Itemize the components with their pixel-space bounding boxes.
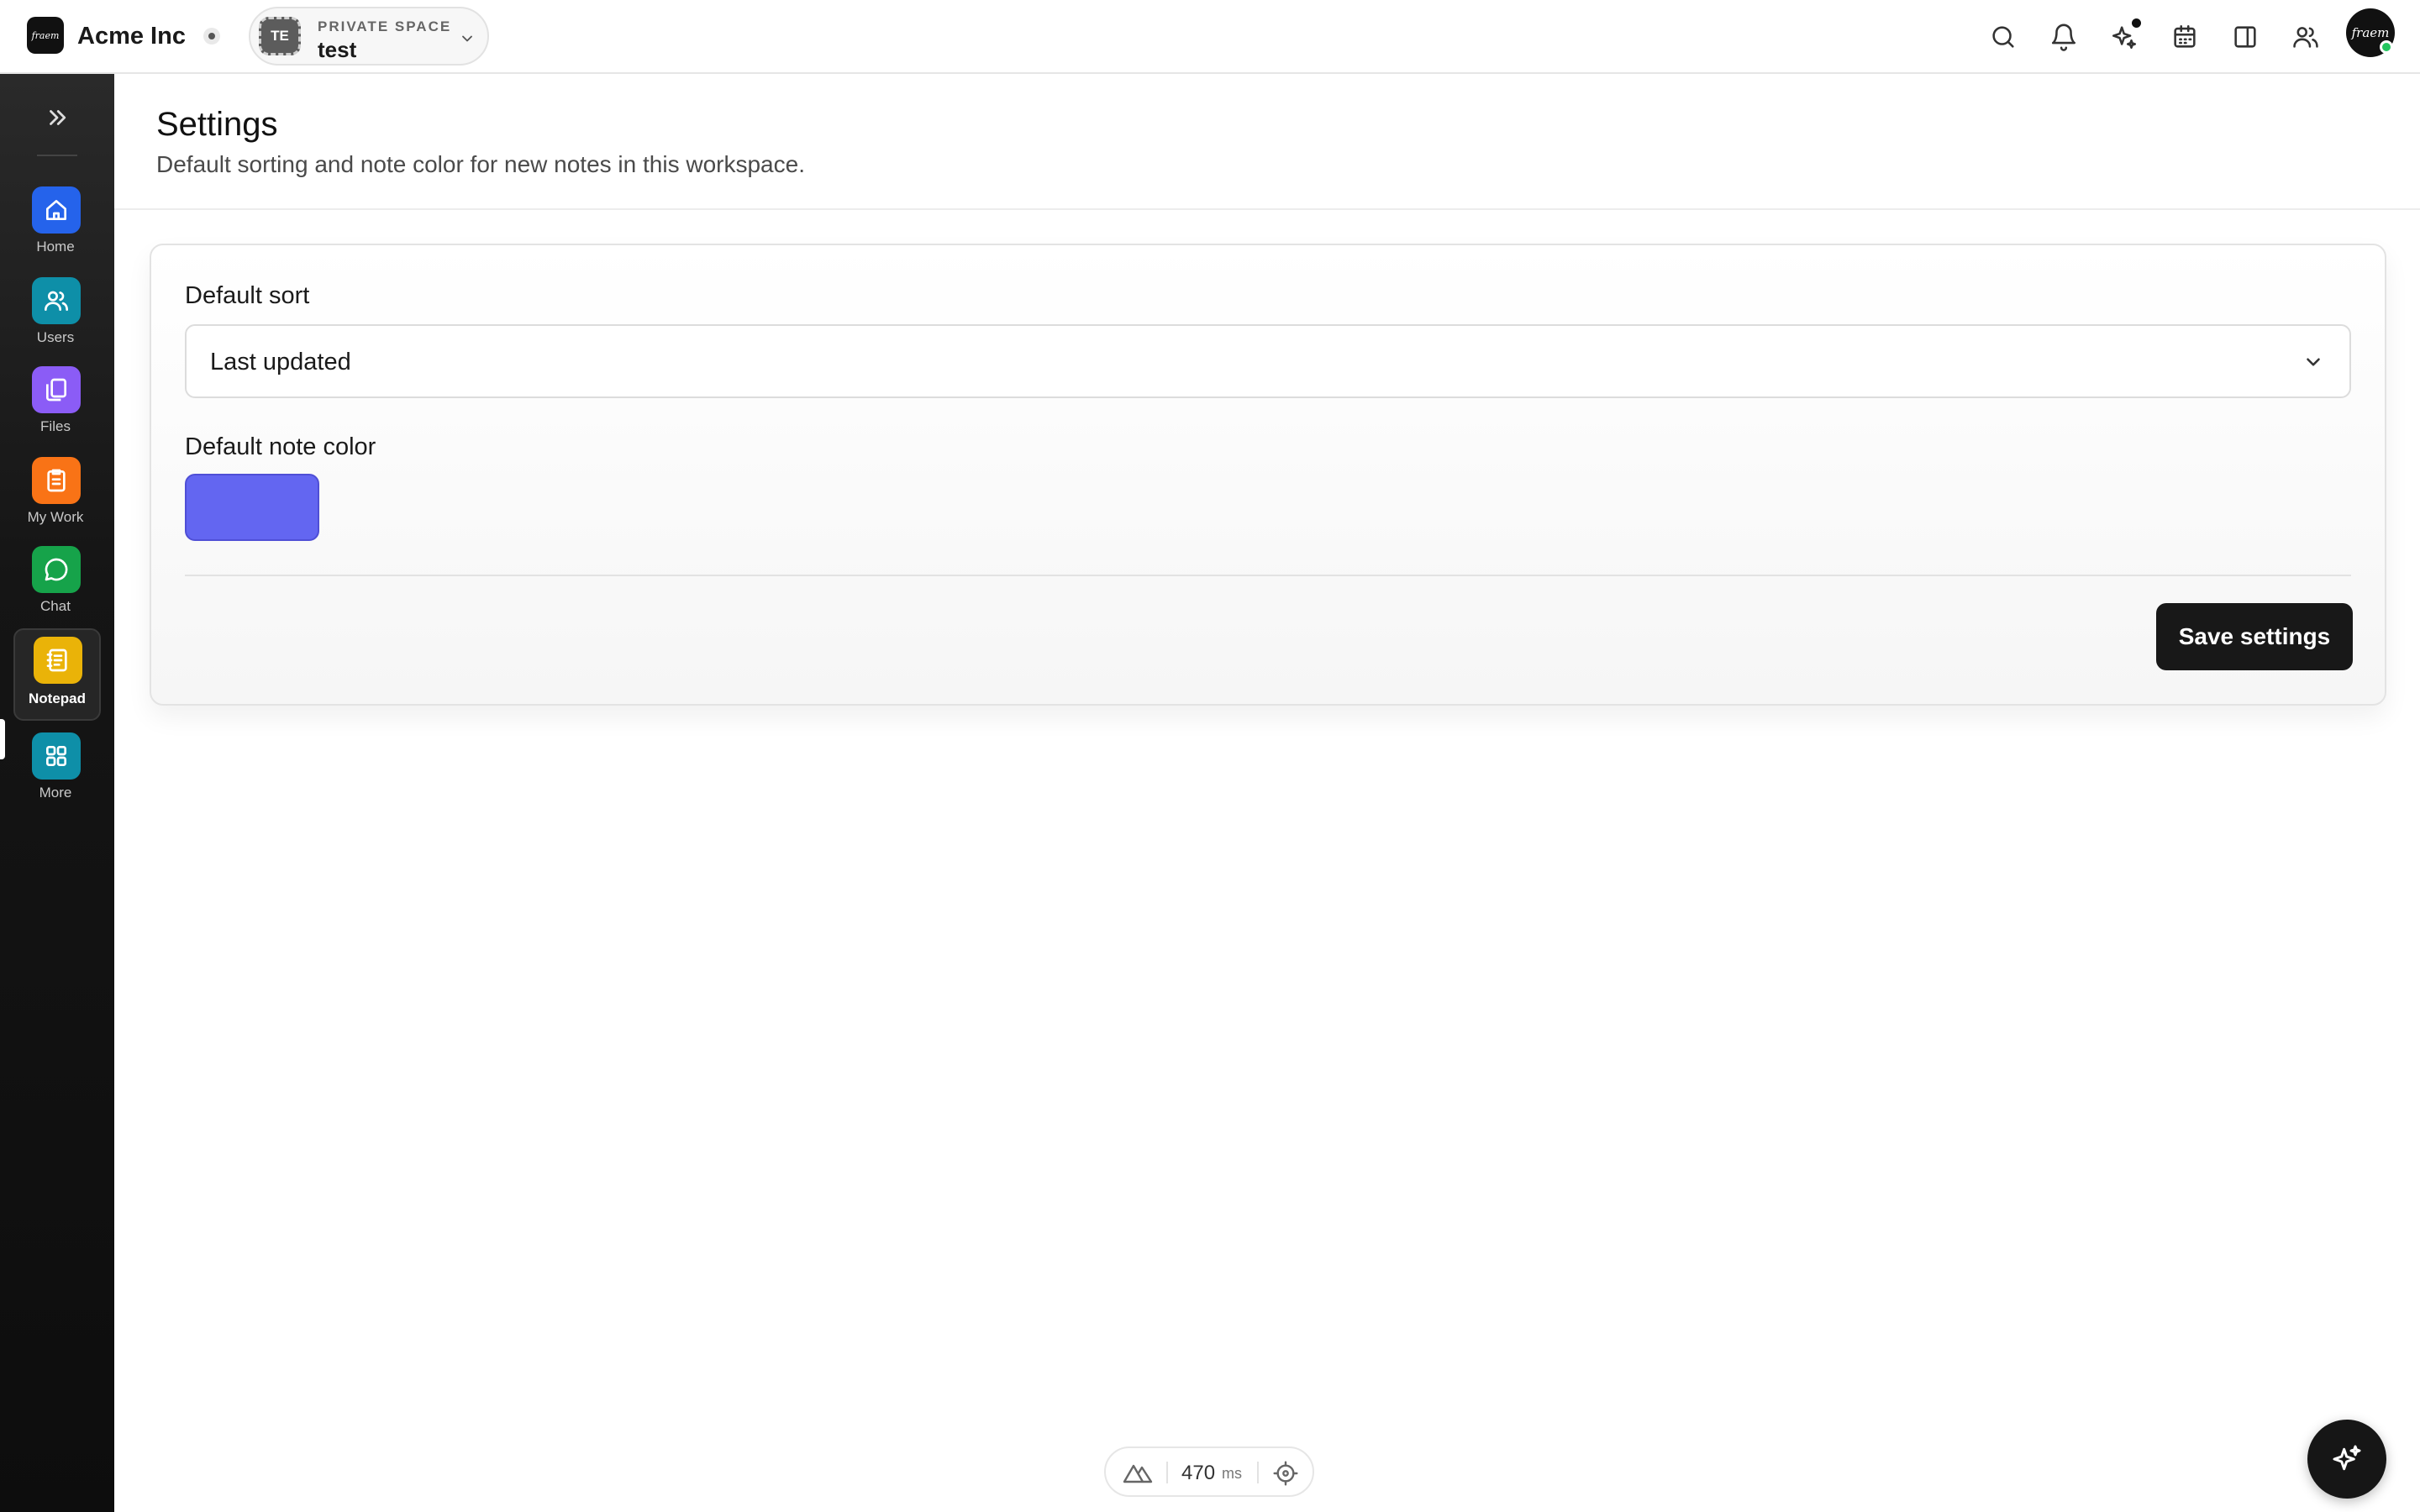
divider <box>1166 1462 1168 1483</box>
ai-button[interactable] <box>2106 18 2143 55</box>
sidebar-item-home[interactable]: Home <box>13 181 101 265</box>
sidebar-item-label: Chat <box>40 598 71 614</box>
expand-sidebar-button[interactable] <box>40 101 74 134</box>
top-bar: fraem Acme Inc TE PRIVATE SPACE test fra… <box>0 0 2420 74</box>
active-nav-marker <box>0 719 5 759</box>
sidebar-item-more[interactable]: More <box>13 727 101 811</box>
chevron-down-icon <box>2307 358 2320 366</box>
ai-assistant-button[interactable] <box>2307 1420 2386 1499</box>
status-indicator <box>203 28 220 45</box>
sidebar-item-label: Notepad <box>29 690 86 706</box>
perf-value: 470 <box>1181 1462 1216 1484</box>
chat-icon <box>32 546 81 593</box>
calendar-button[interactable] <box>2166 18 2203 55</box>
sidebar-divider <box>37 155 77 156</box>
users-icon <box>32 277 81 324</box>
chevron-down-icon <box>462 35 472 42</box>
notifications-button[interactable] <box>2045 18 2082 55</box>
search-button[interactable] <box>1985 18 2022 55</box>
org-name[interactable]: Acme Inc <box>77 22 186 50</box>
sidebar-item-users[interactable]: Users <box>13 272 101 356</box>
default-sort-label: Default sort <box>185 282 310 309</box>
default-sort-value: Last updated <box>210 349 351 375</box>
panel-toggle-button[interactable] <box>2227 18 2264 55</box>
bell-icon <box>2051 24 2076 51</box>
sidebar-item-label: Home <box>36 239 75 255</box>
sidebar-item-label: Files <box>40 418 71 434</box>
sidebar-item-notepad[interactable]: Notepad <box>13 628 101 721</box>
card-divider <box>185 575 2351 576</box>
sparkles-icon <box>2333 1445 2361 1471</box>
clipboard-icon <box>32 457 81 504</box>
sidebar-item-my-work[interactable]: My Work <box>13 452 101 536</box>
people-button[interactable] <box>2287 18 2324 55</box>
space-name: test <box>318 37 357 62</box>
nuxt-logo-icon <box>1123 1464 1153 1483</box>
sidebar-item-label: More <box>39 785 72 801</box>
calendar-icon <box>2174 24 2196 48</box>
notepad-icon <box>34 637 82 684</box>
sidebar-item-files[interactable]: Files <box>13 361 101 445</box>
chevrons-right-icon <box>50 110 66 125</box>
search-icon <box>1992 26 2014 48</box>
sidebar-item-chat[interactable]: Chat <box>13 541 101 625</box>
people-icon <box>2293 27 2318 48</box>
grid-icon <box>32 732 81 780</box>
header-divider <box>114 208 2420 210</box>
note-color-picker[interactable] <box>185 474 319 541</box>
online-status-dot <box>2380 40 2393 54</box>
sidebar: Home Users Files My Work Chat Notepad Mo… <box>0 74 114 1512</box>
home-icon <box>32 186 81 234</box>
perf-unit: ms <box>1222 1465 1242 1482</box>
default-note-color-label: Default note color <box>185 433 376 460</box>
sidebar-item-label: My Work <box>27 509 84 525</box>
settings-card: Default sort Last updated Default note c… <box>150 244 2386 706</box>
panel-icon <box>2234 26 2256 48</box>
default-sort-select[interactable]: Last updated <box>185 324 2351 398</box>
notification-dot <box>2132 18 2141 28</box>
space-switcher[interactable]: TE PRIVATE SPACE test <box>249 7 489 66</box>
files-icon <box>32 366 81 413</box>
divider <box>1257 1462 1259 1483</box>
performance-indicator[interactable]: 470 ms <box>1104 1446 1314 1497</box>
page-title: Settings <box>156 106 278 143</box>
crosshair-icon[interactable] <box>1272 1460 1299 1487</box>
space-avatar: TE <box>259 17 301 55</box>
brand-logo[interactable]: fraem <box>27 17 64 54</box>
page-subtitle: Default sorting and note color for new n… <box>156 151 805 177</box>
space-kicker: PRIVATE SPACE <box>318 18 452 34</box>
sidebar-item-label: Users <box>36 329 75 345</box>
save-settings-button[interactable]: Save settings <box>2156 603 2353 670</box>
